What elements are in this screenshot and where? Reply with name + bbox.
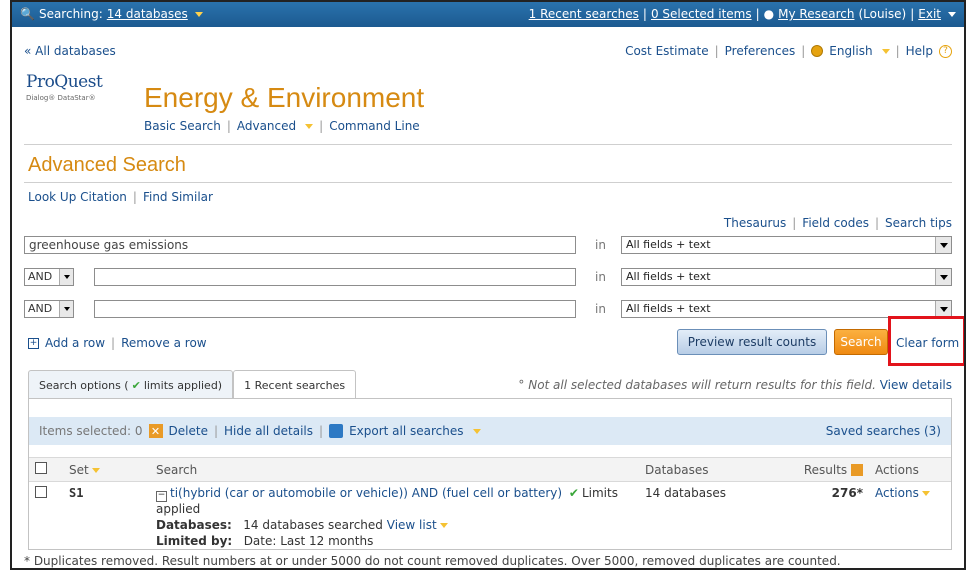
checkmark-icon: ✔ — [131, 378, 141, 392]
search-tips-link[interactable]: Search tips — [885, 216, 952, 230]
chevron-down-icon[interactable] — [194, 11, 203, 17]
chevron-down-icon[interactable] — [881, 48, 890, 54]
search-icon: 🔍 — [20, 7, 35, 21]
chevron-down-icon[interactable] — [921, 491, 930, 496]
row-actions-menu[interactable]: Actions — [875, 486, 919, 500]
limited-by-label: Limited by: — [156, 534, 233, 548]
chevron-down-icon — [59, 269, 73, 285]
advanced-search-link[interactable]: Advanced — [237, 119, 296, 133]
export-icon[interactable] — [329, 424, 344, 438]
find-similar-link[interactable]: Find Similar — [143, 190, 213, 204]
row-databases: 14 databases — [645, 486, 726, 500]
chevron-down-icon[interactable] — [439, 523, 448, 528]
chevron-down-icon[interactable] — [948, 11, 956, 17]
in-label: in — [595, 270, 606, 284]
help-icon[interactable]: ? — [939, 44, 952, 58]
databases-searched: 14 databases searched — [243, 518, 383, 532]
recent-searches-link[interactable]: 1 Recent searches — [529, 7, 639, 21]
remove-row-link[interactable]: Remove a row — [121, 336, 207, 350]
boolean-operator-select-3[interactable]: AND — [24, 300, 74, 318]
search-term-input-1[interactable]: greenhouse gas emissions — [24, 236, 576, 254]
limited-by-value: Date: Last 12 months — [243, 534, 374, 548]
chevron-down-icon — [59, 301, 73, 317]
checkmark-icon: ✔ — [568, 486, 579, 500]
chevron-down-icon[interactable] — [472, 428, 481, 434]
divider — [24, 182, 952, 183]
tab-recent-searches[interactable]: 1 Recent searches — [233, 370, 357, 399]
plus-icon[interactable]: + — [28, 337, 39, 349]
thesaurus-link[interactable]: Thesaurus — [724, 216, 786, 230]
results-header: Results — [771, 457, 869, 482]
look-up-citation-link[interactable]: Look Up Citation — [28, 190, 127, 204]
search-button[interactable]: Search — [834, 329, 888, 355]
chevron-down-icon[interactable] — [305, 123, 314, 129]
field-select-3[interactable]: All fields + text — [621, 300, 952, 318]
results-toolbar: Items selected: 0 ✕ Delete | Hide all de… — [29, 417, 951, 445]
exit-link[interactable]: Exit — [918, 7, 941, 21]
help-link[interactable]: Help — [906, 44, 933, 58]
info-icon[interactable] — [851, 464, 863, 476]
field-codes-link[interactable]: Field codes — [802, 216, 869, 230]
recent-searches-table: Set Search Databases Results Actions S1 … — [29, 457, 951, 552]
proquest-logo: ProQuest Dialog® DataStar® — [26, 72, 103, 102]
hide-all-details-link[interactable]: Hide all details — [224, 424, 313, 438]
recent-searches-panel: Items selected: 0 ✕ Delete | Hide all de… — [28, 398, 952, 550]
in-label: in — [595, 302, 606, 316]
app-window: 🔍 Searching: 14 databases 1 Recent searc… — [10, 0, 966, 570]
chevron-down-icon[interactable] — [91, 467, 100, 473]
search-term-input-3[interactable] — [94, 300, 576, 318]
searching-label: Searching: — [38, 7, 103, 21]
row-checkbox[interactable] — [35, 486, 47, 498]
tab-search-options[interactable]: Search options ( ✔ limits applied) — [28, 370, 234, 399]
top-bar: 🔍 Searching: 14 databases 1 Recent searc… — [12, 2, 964, 27]
preferences-link[interactable]: Preferences — [725, 44, 796, 58]
field-note: ° Not all selected databases will return… — [518, 378, 952, 392]
chevron-down-icon — [935, 269, 951, 285]
user-name: (Louise) — [858, 7, 907, 21]
saved-searches-link[interactable]: Saved searches (3) — [826, 424, 941, 438]
databases-label: Databases: — [156, 518, 232, 532]
items-selected-count: Items selected: 0 — [39, 424, 143, 438]
databases-link[interactable]: 14 databases — [107, 7, 188, 21]
chevron-down-icon — [935, 237, 951, 253]
user-icon: ● — [763, 7, 775, 21]
search-query-link[interactable]: ti(hybrid (car or automobile or vehicle)… — [170, 486, 562, 500]
chevron-down-icon — [935, 301, 951, 317]
export-all-searches-link[interactable]: Export all searches — [349, 424, 463, 438]
view-details-link[interactable]: View details — [880, 378, 952, 392]
cost-estimate-link[interactable]: Cost Estimate — [625, 44, 709, 58]
boolean-operator-select-2[interactable]: AND — [24, 268, 74, 286]
field-select-2[interactable]: All fields + text — [621, 268, 952, 286]
actions-header: Actions — [869, 457, 951, 482]
delete-icon[interactable]: ✕ — [148, 424, 163, 438]
selected-items-link[interactable]: 0 Selected items — [651, 7, 752, 21]
search-header: Search — [150, 457, 639, 482]
clear-form-link[interactable]: Clear form — [896, 336, 959, 350]
globe-icon — [811, 45, 824, 57]
preview-result-counts-button[interactable]: Preview result counts — [677, 329, 827, 355]
my-research-link[interactable]: My Research — [778, 7, 854, 21]
in-label: in — [595, 238, 606, 252]
command-line-link[interactable]: Command Line — [329, 119, 420, 133]
delete-link[interactable]: Delete — [169, 424, 208, 438]
field-select-1[interactable]: All fields + text — [621, 236, 952, 254]
set-header[interactable]: Set — [63, 457, 150, 482]
view-list-link[interactable]: View list — [387, 518, 437, 532]
all-databases-link[interactable]: « All databases — [24, 44, 116, 58]
language-selector[interactable]: English — [829, 44, 872, 58]
table-row: S1 − ti(hybrid (car or automobile or vehi… — [29, 482, 951, 553]
add-row-link[interactable]: Add a row — [45, 336, 105, 350]
search-term-input-2[interactable] — [94, 268, 576, 286]
collapse-icon[interactable]: − — [156, 491, 167, 502]
set-id: S1 — [69, 486, 84, 500]
search-mode-nav: Basic Search | Advanced | Command Line — [144, 119, 420, 133]
duplicates-footnote: * Duplicates removed. Result numbers at … — [24, 554, 841, 568]
page-title: Advanced Search — [28, 154, 186, 176]
row-results-count[interactable]: 276* — [771, 482, 869, 553]
basic-search-link[interactable]: Basic Search — [144, 119, 221, 133]
databases-header: Databases — [639, 457, 771, 482]
divider — [24, 144, 952, 145]
product-title: Energy & Environment — [144, 82, 425, 113]
select-all-checkbox[interactable] — [35, 462, 47, 474]
